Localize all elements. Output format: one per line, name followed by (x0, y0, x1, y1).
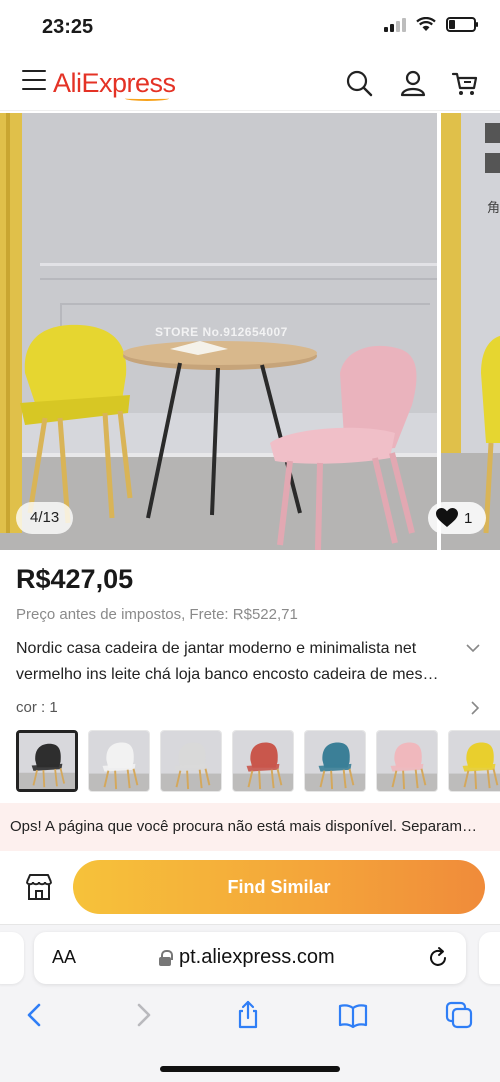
signal-icon (384, 17, 406, 32)
tabs-icon[interactable] (444, 1000, 474, 1030)
logo-swoosh (125, 96, 169, 101)
color-swatch[interactable] (448, 730, 500, 792)
chevron-right-icon[interactable] (468, 700, 482, 716)
site-header: AliExpress (0, 58, 500, 108)
next-tab-preview[interactable] (479, 932, 500, 984)
search-icon[interactable] (344, 68, 374, 98)
product-title[interactable]: Nordic casa cadeira de jantar moderno e … (16, 636, 446, 688)
heart-icon (436, 508, 458, 527)
reader-settings-button[interactable]: AA (52, 947, 76, 968)
menu-icon[interactable] (22, 70, 46, 92)
chevron-down-icon[interactable] (465, 640, 481, 656)
share-icon[interactable] (233, 1000, 263, 1030)
color-swatch[interactable] (304, 730, 366, 792)
color-swatches (16, 730, 500, 794)
color-swatch[interactable] (376, 730, 438, 792)
url-display[interactable]: pt.aliexpress.com (159, 946, 335, 969)
color-swatch[interactable] (232, 730, 294, 792)
wifi-icon (416, 17, 436, 31)
product-price: R$427,05 (16, 564, 134, 594)
color-swatch[interactable] (16, 730, 78, 792)
reload-icon[interactable] (426, 946, 450, 970)
aliexpress-logo[interactable]: AliExpress (53, 68, 176, 99)
color-swatch[interactable] (88, 730, 150, 792)
back-icon[interactable] (20, 1000, 50, 1030)
status-icons (384, 17, 478, 32)
next-product-photo[interactable]: 角 (441, 113, 500, 550)
address-bar[interactable]: AA pt.aliexpress.com (34, 932, 466, 984)
find-similar-button[interactable]: Find Similar (73, 860, 485, 914)
image-counter: 4/13 (16, 502, 74, 534)
status-bar: 23:25 (0, 0, 500, 54)
wishlist-button[interactable]: 1 (428, 502, 486, 534)
product-gallery[interactable]: STORE No.912654007 角 4/13 1 (0, 113, 500, 550)
price-details: Preço antes de impostos, Frete: R$522,71 (16, 606, 298, 623)
status-time: 23:25 (42, 16, 94, 38)
cart-icon[interactable] (450, 68, 480, 98)
error-banner: Ops! A página que você procura não está … (0, 803, 500, 851)
account-icon[interactable] (398, 68, 428, 98)
home-indicator (160, 1066, 340, 1072)
previous-tab-preview[interactable] (0, 932, 24, 984)
url-text: pt.aliexpress.com (179, 946, 335, 968)
lock-icon (159, 949, 173, 966)
like-count: 1 (464, 509, 473, 527)
color-swatch[interactable] (160, 730, 222, 792)
error-message: Ops! A página que você procura não está … (10, 818, 477, 835)
store-watermark: STORE No.912654007 (155, 325, 288, 339)
header-divider (0, 110, 500, 111)
browser-toolbar (0, 996, 500, 1036)
variant-selector[interactable]: cor : 1 (16, 699, 486, 719)
variant-label: cor : 1 (16, 699, 58, 716)
product-photo[interactable]: STORE No.912654007 (0, 113, 437, 550)
store-icon[interactable] (24, 873, 54, 901)
forward-icon[interactable] (128, 1000, 158, 1030)
next-photo-caption: 角 (487, 200, 500, 215)
aa-label: AA (52, 947, 77, 967)
battery-icon (446, 17, 478, 32)
bookmarks-icon[interactable] (338, 1000, 368, 1030)
